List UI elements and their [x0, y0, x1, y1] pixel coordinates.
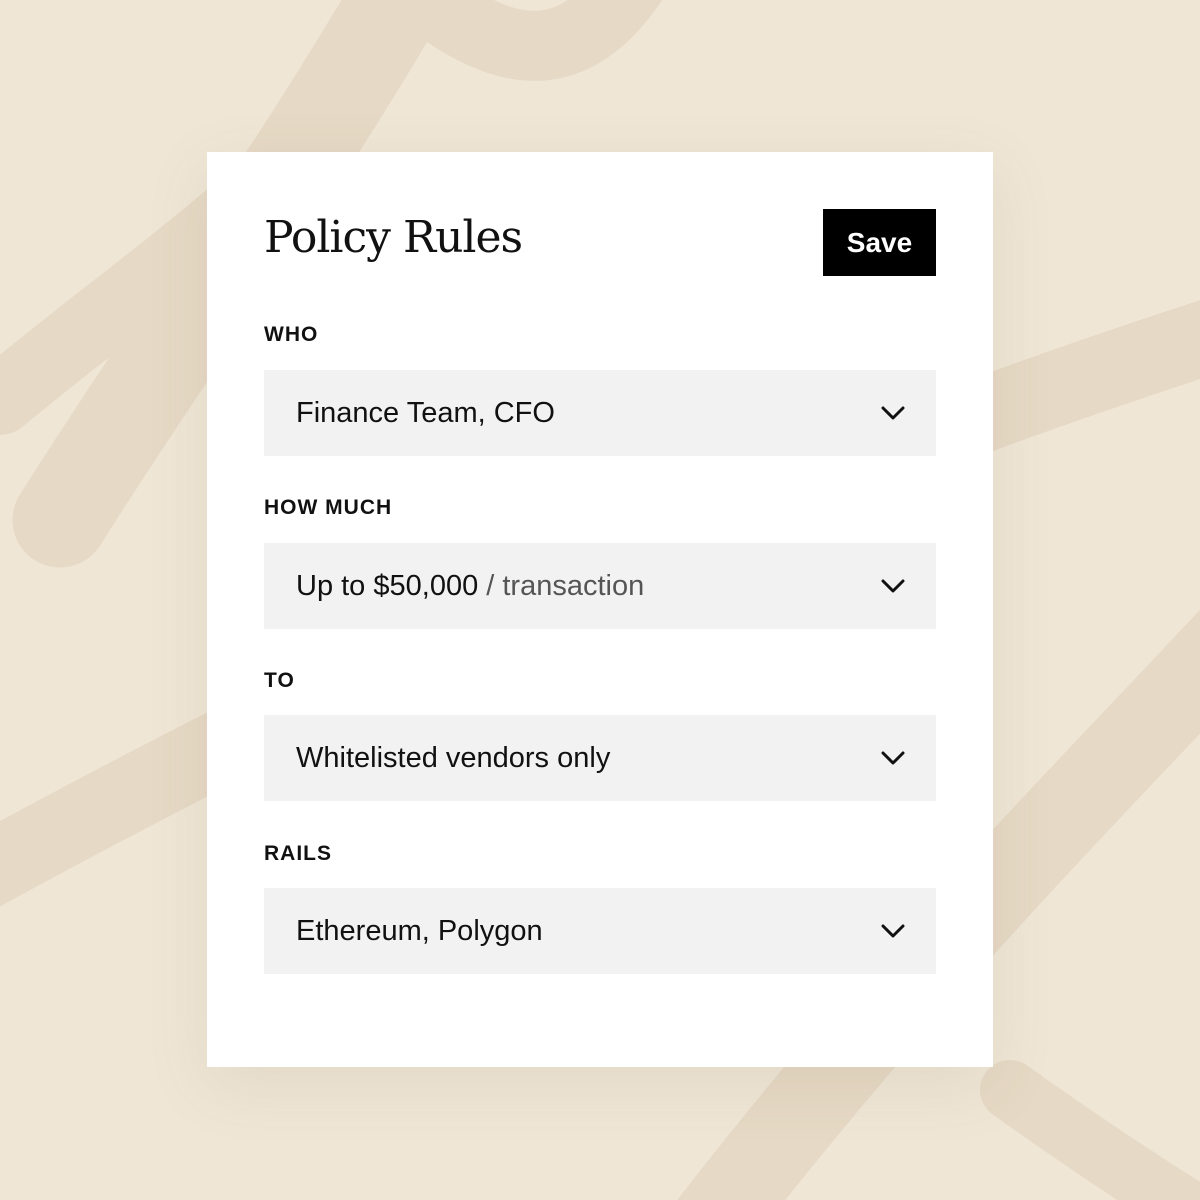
- chevron-down-icon[interactable]: [880, 403, 906, 423]
- how-much-select[interactable]: Up to $50,000 / transaction: [264, 543, 936, 629]
- rails-select-value: Ethereum, Polygon: [296, 915, 543, 947]
- page-title: Policy Rules: [264, 212, 523, 263]
- policy-rules-panel: Policy Rules Save WHO Finance Team, CFO …: [207, 152, 993, 1067]
- chevron-down-icon[interactable]: [880, 576, 906, 596]
- rails-label: RAILS: [264, 842, 332, 865]
- to-select-value: Whitelisted vendors only: [296, 742, 611, 774]
- to-select[interactable]: Whitelisted vendors only: [264, 715, 936, 801]
- who-select[interactable]: Finance Team, CFO: [264, 370, 936, 456]
- how-much-select-value: Up to $50,000 / transaction: [296, 570, 645, 602]
- rails-select[interactable]: Ethereum, Polygon: [264, 888, 936, 974]
- chevron-down-icon[interactable]: [880, 921, 906, 941]
- how-much-label: HOW MUCH: [264, 496, 393, 519]
- save-button[interactable]: Save: [823, 209, 936, 276]
- chevron-down-icon[interactable]: [880, 748, 906, 768]
- to-label: TO: [264, 669, 295, 692]
- who-label: WHO: [264, 323, 319, 346]
- who-select-value: Finance Team, CFO: [296, 397, 555, 429]
